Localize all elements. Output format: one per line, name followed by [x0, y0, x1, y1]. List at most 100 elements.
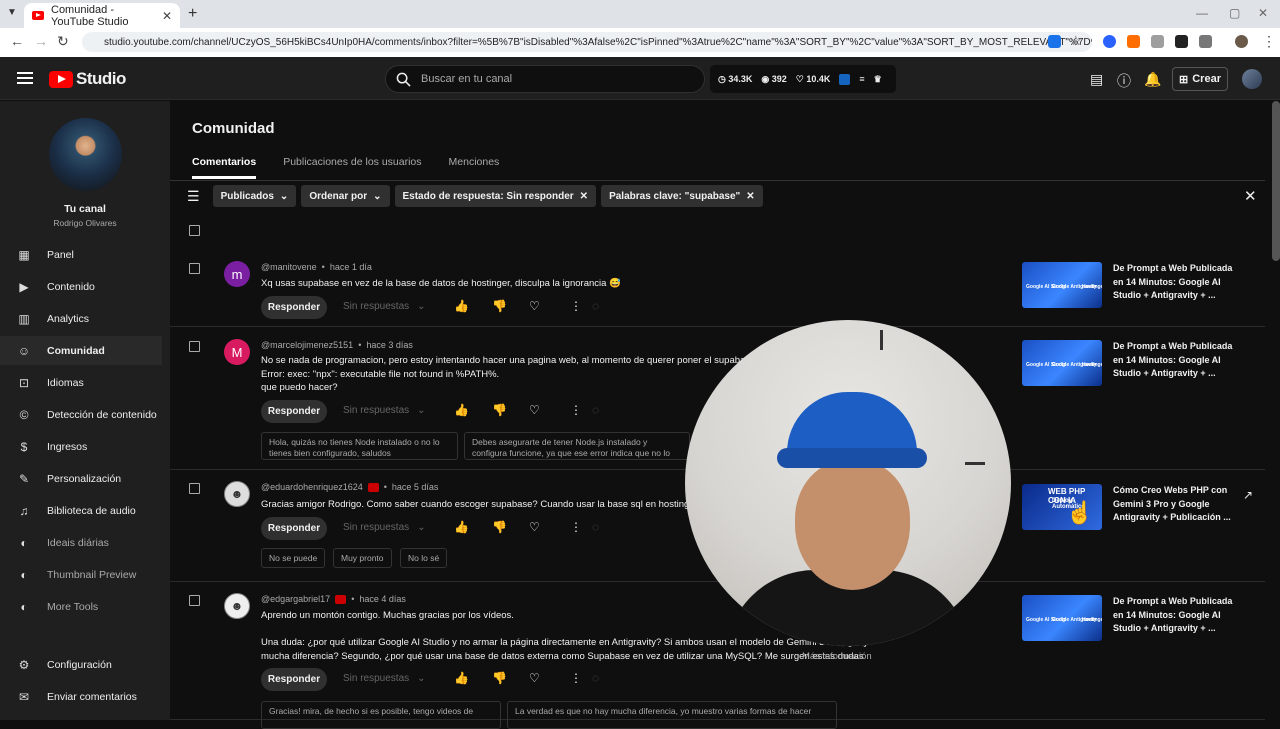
messages-icon[interactable]: ▤ [1090, 71, 1103, 88]
url-field[interactable]: studio.youtube.com/channel/UCzyOS_56H5ki… [82, 32, 1092, 52]
sidebar-item[interactable]: ☺ Comunidad [0, 336, 162, 365]
extension-badge-icon[interactable] [839, 73, 851, 85]
sidebar-item[interactable]: ⚙ Configuración [0, 650, 162, 679]
dislike-icon[interactable]: 👎 [492, 671, 507, 685]
account-avatar[interactable] [1242, 69, 1262, 89]
extension-orange-icon[interactable] [1127, 35, 1140, 48]
like-icon[interactable]: 👍 [454, 520, 469, 534]
video-title[interactable]: De Prompt a Web Publicada en 14 Minutos:… [1113, 262, 1233, 303]
comment-checkbox[interactable] [189, 263, 200, 274]
back-icon[interactable]: ← [10, 33, 24, 49]
new-tab-icon[interactable]: + [188, 5, 197, 23]
published-filter-chip[interactable]: Publicados ⌄ [212, 185, 297, 207]
maximize-icon[interactable]: ▢ [1229, 6, 1240, 20]
select-all-checkbox[interactable] [189, 225, 200, 236]
search-input[interactable]: Buscar en tu canal [385, 65, 705, 93]
create-button[interactable]: ⊞ Crear [1172, 67, 1228, 91]
heart-icon[interactable]: ♡ [529, 299, 540, 313]
like-icon[interactable]: 👍 [454, 403, 469, 417]
no-replies-toggle[interactable]: Sin respuestas ⌄ [343, 301, 426, 312]
notifications-bell-icon[interactable]: 🔔 [1144, 71, 1161, 88]
extension-blue-icon[interactable] [1103, 35, 1116, 48]
sidebar-item[interactable]: © Detección de contenido [0, 400, 162, 429]
comment-time[interactable]: hace 1 día [330, 262, 372, 272]
bookmark-star-icon[interactable]: ☆ [1070, 33, 1082, 49]
quick-reply-chip[interactable]: Muy pronto [333, 548, 392, 568]
more-options-icon[interactable]: ⋮ [570, 671, 582, 685]
sidebar-item[interactable]: $ Ingresos [0, 432, 162, 461]
suggested-reply-chip[interactable]: Hola, quizás no tienes Node instalado o … [261, 432, 458, 460]
dislike-icon[interactable]: 👎 [492, 520, 507, 534]
more-info-link[interactable]: Más información [802, 650, 872, 664]
suggested-reply-chip[interactable]: Debes asegurarte de tener Node.js instal… [464, 432, 690, 460]
commenter-avatar[interactable]: ☻ [224, 481, 250, 507]
hamburger-menu-icon[interactable] [17, 72, 33, 84]
sidebar-item[interactable]: ▥ Analytics [0, 304, 162, 333]
extension-dot-icon[interactable]: ◌ [592, 671, 599, 685]
minimize-icon[interactable]: — [1196, 6, 1208, 20]
video-title[interactable]: De Prompt a Web Publicada en 14 Minutos:… [1113, 340, 1233, 381]
tab-comments[interactable]: Comentarios [192, 156, 257, 179]
sidebar-item[interactable]: ✉ Enviar comentarios [0, 682, 162, 711]
sidebar-item[interactable]: ◐ More Tools [0, 592, 162, 621]
suggested-reply-chip[interactable]: La verdad es que no hay mucha diferencia… [507, 701, 837, 729]
sidebar-item[interactable]: ▦ Panel [0, 240, 162, 269]
channel-avatar[interactable] [49, 118, 122, 191]
reply-button[interactable]: Responder [261, 400, 327, 423]
reload-icon[interactable]: ↻ [57, 33, 69, 50]
tab-user-posts[interactable]: Publicaciones de los usuarios [283, 156, 421, 168]
status-filter-chip[interactable]: Estado de respuesta: Sin responder ✕ [394, 185, 597, 207]
clear-filters-icon[interactable]: ✕ [1244, 187, 1257, 205]
extension-dot-icon[interactable]: ◌ [592, 520, 599, 534]
reply-button[interactable]: Responder [261, 296, 327, 319]
translate-icon[interactable] [1048, 35, 1061, 48]
heart-icon[interactable]: ♡ [529, 520, 540, 534]
forward-icon[interactable]: → [34, 33, 48, 49]
sidebar-item[interactable]: ⊡ Idiomas [0, 368, 162, 397]
sidebar-item[interactable]: ◐ Ideais diárias [0, 528, 162, 557]
extension-dot-icon[interactable]: ◌ [592, 403, 599, 417]
trophy-icon[interactable]: ♛ [874, 74, 882, 85]
video-thumbnail[interactable]: Google AI Studio Google Antigravity Hostin… [1022, 340, 1102, 386]
comment-author[interactable]: @eduardohenriquez1624 [261, 482, 363, 492]
extension-dot-icon[interactable]: ◌ [592, 299, 599, 313]
dislike-icon[interactable]: 👎 [492, 403, 507, 417]
video-title[interactable]: Cómo Creo Webs PHP con Gemini 3 Pro y Go… [1113, 484, 1233, 525]
sidebar-item[interactable]: ✎ Personalización [0, 464, 162, 493]
profile-avatar-icon[interactable] [1235, 35, 1248, 48]
help-icon[interactable]: ⓘ [1117, 71, 1131, 91]
video-thumbnail[interactable]: Google AI Studio Google Antigravity Hostin… [1022, 262, 1102, 308]
video-thumbnail[interactable]: Google AI Studio Google Antigravity Hostin… [1022, 595, 1102, 641]
like-icon[interactable]: 👍 [454, 299, 469, 313]
studio-logo[interactable]: Studio [49, 69, 126, 89]
comment-author[interactable]: @marcelojimenez5151 [261, 340, 353, 350]
comment-time[interactable]: hace 4 días [359, 594, 406, 604]
list-icon[interactable]: ≡ [859, 74, 864, 84]
reply-button[interactable]: Responder [261, 517, 327, 540]
comment-checkbox[interactable] [189, 341, 200, 352]
comment-time[interactable]: hace 3 días [366, 340, 413, 350]
commenter-avatar[interactable]: M [224, 339, 250, 365]
heart-icon[interactable]: ♡ [529, 403, 540, 417]
close-tab-icon[interactable]: ✕ [162, 9, 172, 23]
more-options-icon[interactable]: ⋮ [570, 299, 582, 313]
no-replies-toggle[interactable]: Sin respuestas ⌄ [343, 405, 426, 416]
channel-stats-widget[interactable]: ◷ 34.3K ◉ 392 ♡ 10.4K ≡ ♛ [710, 65, 896, 93]
comment-checkbox[interactable] [189, 483, 200, 494]
video-title[interactable]: De Prompt a Web Publicada en 14 Minutos:… [1113, 595, 1233, 636]
sidebar-item[interactable]: ◐ Thumbnail Preview [0, 560, 162, 589]
scrollbar[interactable] [1272, 101, 1280, 261]
reply-button[interactable]: Responder [261, 668, 327, 691]
comment-author[interactable]: @edgargabriel17 [261, 594, 330, 604]
quick-reply-chip[interactable]: No lo sé [400, 548, 448, 568]
extensions-puzzle-icon[interactable] [1199, 35, 1212, 48]
heart-icon[interactable]: ♡ [529, 671, 540, 685]
no-replies-toggle[interactable]: Sin respuestas ⌄ [343, 673, 426, 684]
filter-icon[interactable]: ☰ [187, 188, 200, 205]
dislike-icon[interactable]: 👎 [492, 299, 507, 313]
no-replies-toggle[interactable]: Sin respuestas ⌄ [343, 522, 426, 533]
more-options-icon[interactable]: ⋮ [570, 403, 582, 417]
chrome-menu-icon[interactable]: ⋮ [1262, 33, 1276, 50]
keyword-filter-chip[interactable]: Palabras clave: "supabase" ✕ [601, 185, 763, 207]
commenter-avatar[interactable]: m [224, 261, 250, 287]
